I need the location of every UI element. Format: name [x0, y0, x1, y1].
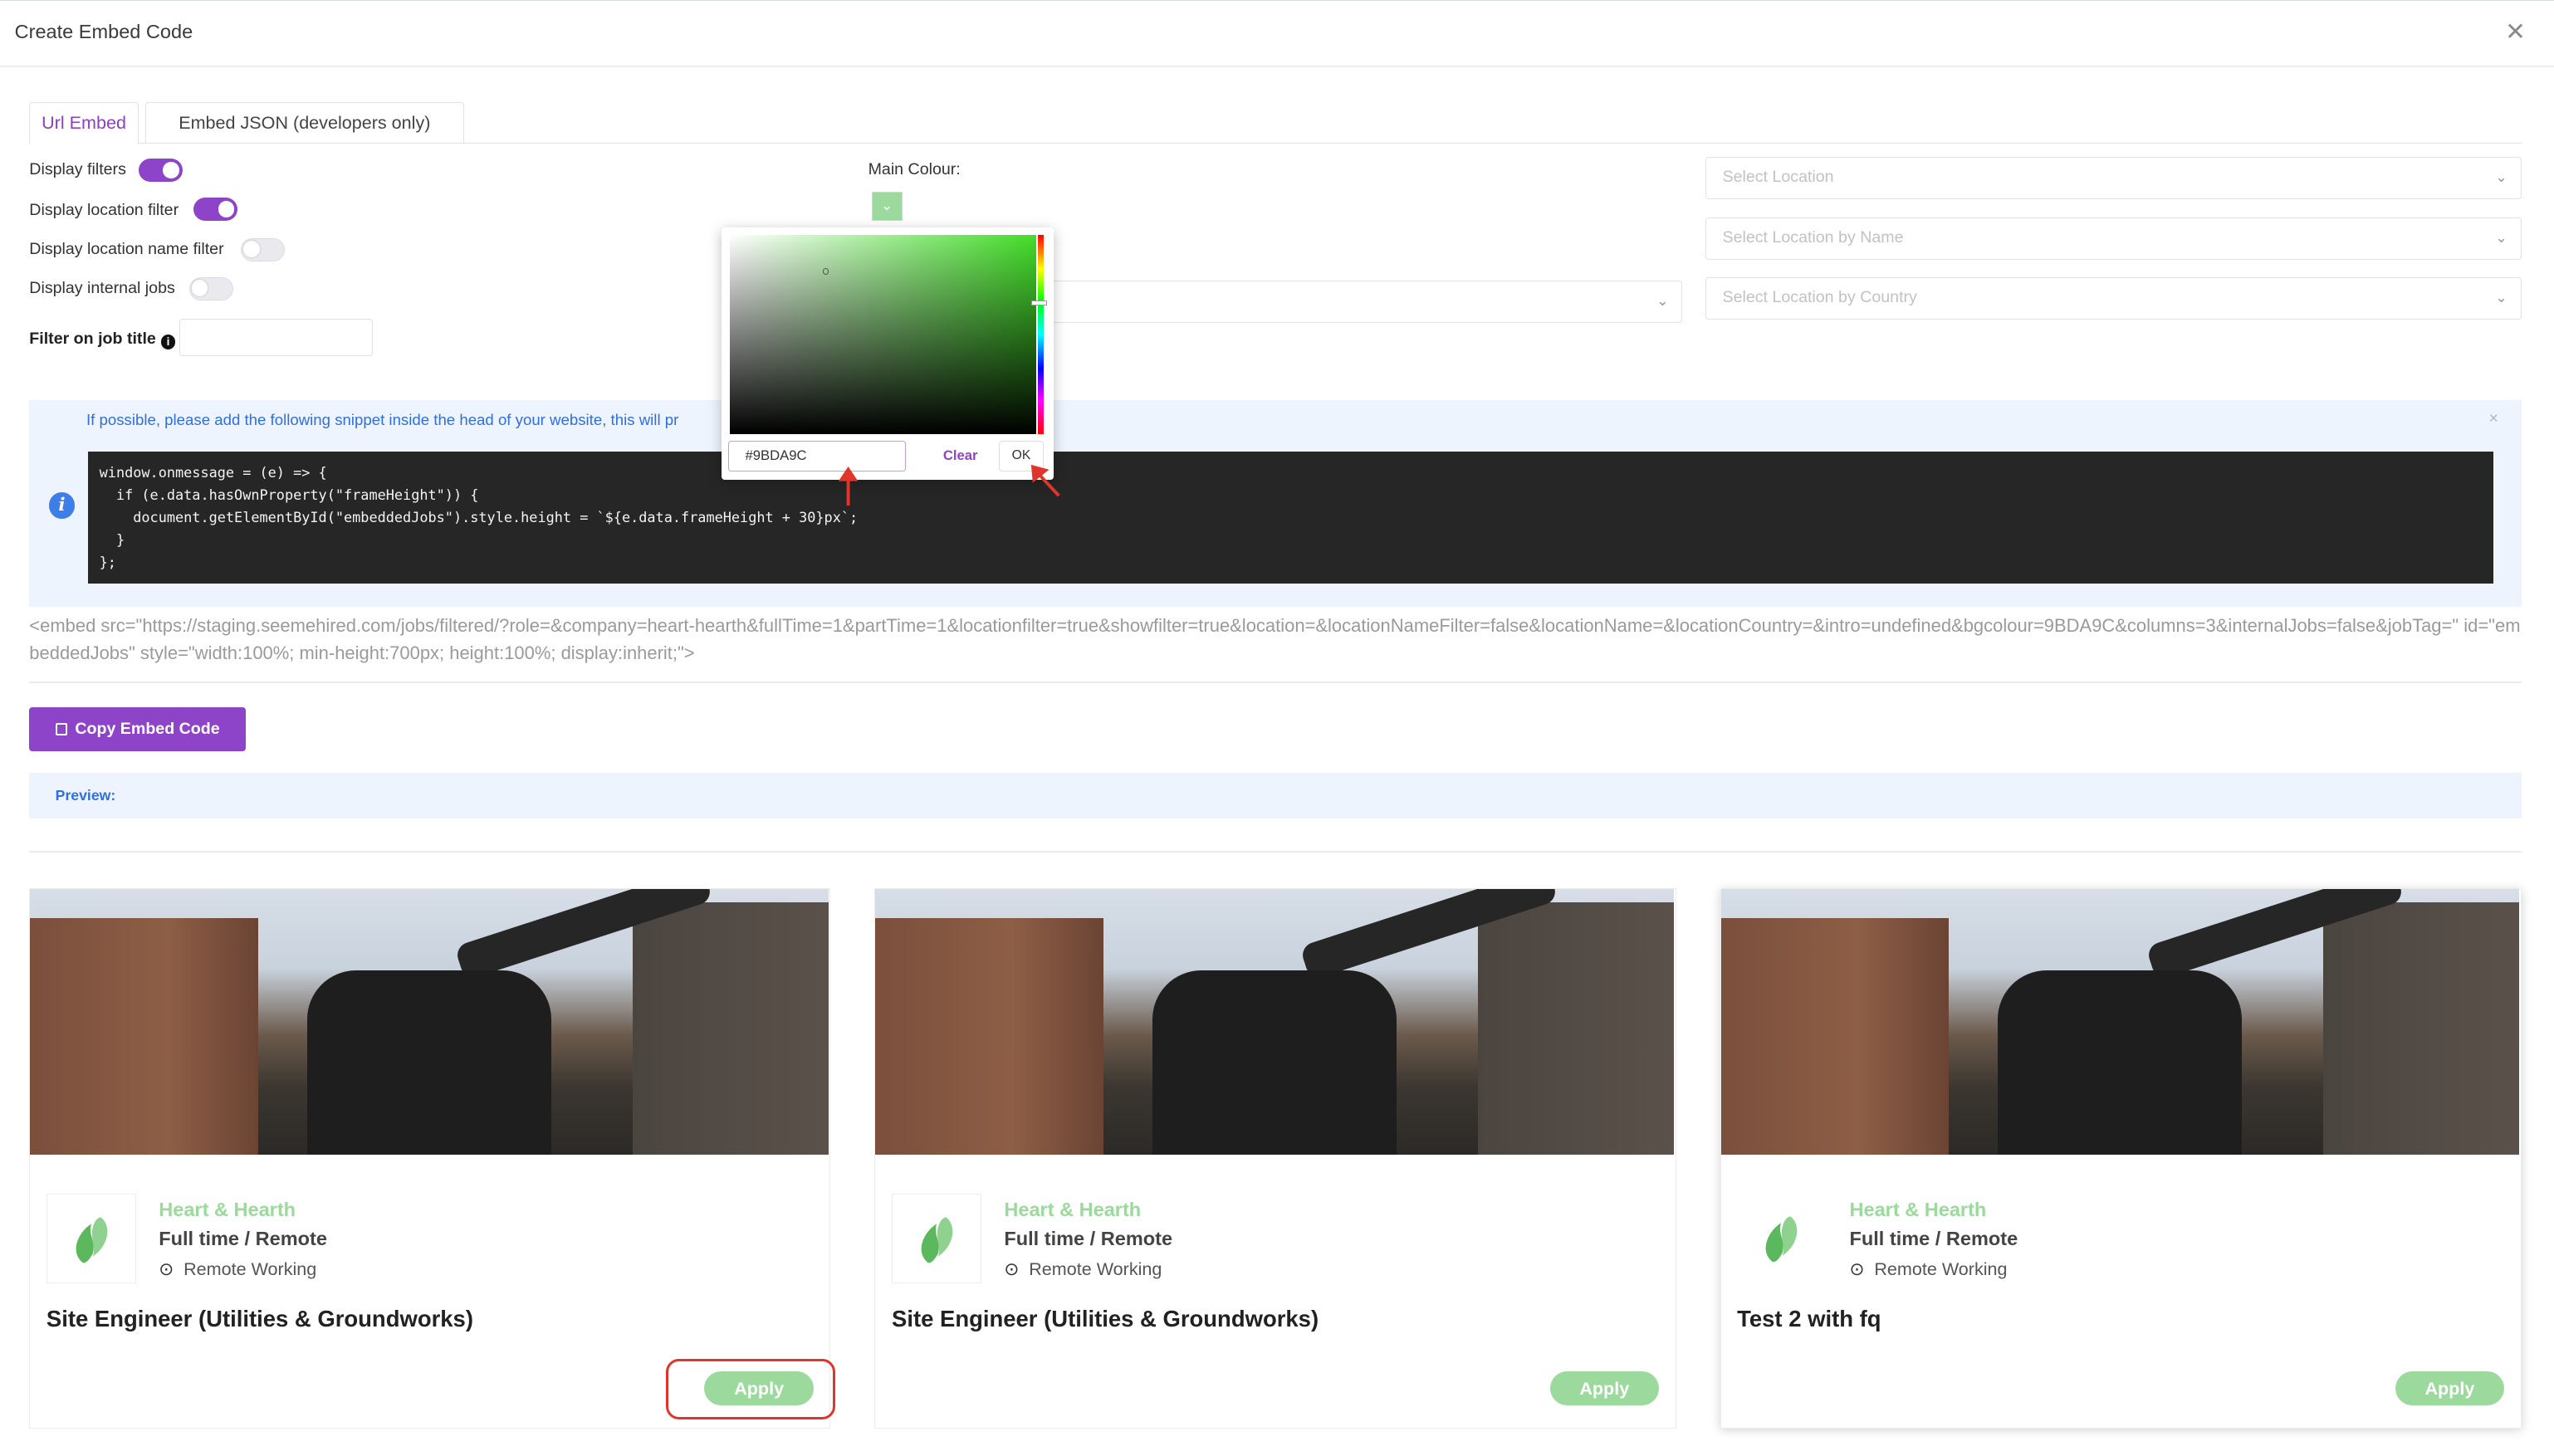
apply-highlight-annotation [666, 1359, 836, 1419]
info-icon: i [48, 492, 76, 519]
option-display-filters-label: Display filters [29, 160, 126, 179]
select-location-by-country[interactable]: Select Location by Country ⌄ [1705, 277, 2522, 320]
select-partially-hidden[interactable]: ⌄ [1042, 281, 1683, 324]
color-picker-popover: #9BDA9C Clear OK [722, 227, 1054, 480]
job-photo [1720, 889, 2519, 1155]
arrow-annotation-icon [1030, 465, 1060, 497]
chevron-down-icon: ⌄ [2495, 228, 2508, 246]
contract-type: Full time / Remote [1004, 1228, 1173, 1250]
job-card[interactable]: Heart & Hearth Full time / Remote ⊙ Remot… [1720, 888, 2522, 1429]
select-location-by-name[interactable]: Select Location by Name ⌄ [1705, 217, 2522, 260]
job-title[interactable]: Site Engineer (Utilities & Groundworks) [46, 1306, 473, 1332]
main-colour-swatch[interactable]: ⌄ [871, 191, 903, 221]
company-name: Heart & Hearth [1004, 1198, 1142, 1220]
hue-slider-thumb[interactable] [1030, 300, 1048, 305]
preview-label: Preview: [55, 787, 116, 804]
toggle-display-location-name-filter[interactable] [241, 238, 286, 261]
divider [29, 681, 2522, 683]
toggle-display-internal-jobs[interactable] [188, 277, 233, 300]
job-photo [875, 889, 1674, 1155]
copy-embed-code-label: Copy Embed Code [75, 720, 220, 739]
location-pin-icon: ⊙ [1004, 1258, 1020, 1280]
hue-slider[interactable] [1037, 235, 1045, 434]
snippet-notice-text: If possible, please add the following sn… [86, 411, 679, 429]
apply-button[interactable]: Apply [1549, 1370, 1659, 1405]
job-location-text: Remote Working [1874, 1258, 2008, 1280]
main-colour-label: Main Colour: [868, 160, 961, 179]
close-icon[interactable]: ✕ [2505, 17, 2526, 46]
job-title[interactable]: Test 2 with fq [1737, 1306, 1881, 1332]
header-divider [0, 66, 2554, 68]
preview-bar: Preview: [29, 772, 2522, 818]
job-location: ⊙ Remote Working [1004, 1258, 1162, 1280]
toggle-display-filters[interactable] [138, 159, 183, 182]
company-name: Heart & Hearth [1849, 1198, 1987, 1220]
copy-embed-code-button[interactable]: Copy Embed Code [29, 707, 247, 752]
toggle-display-location-filter[interactable] [193, 198, 238, 221]
job-location-text: Remote Working [183, 1258, 317, 1280]
hex-color-input[interactable]: #9BDA9C [727, 440, 906, 471]
job-title-filter-input[interactable] [179, 318, 374, 356]
dismiss-icon[interactable]: × [2488, 409, 2498, 428]
job-card[interactable]: Heart & Hearth Full time / Remote ⊙ Remot… [29, 888, 831, 1429]
tab-url-embed[interactable]: Url Embed [29, 101, 139, 144]
job-photo [30, 889, 829, 1155]
company-logo [46, 1193, 136, 1283]
select-location-placeholder: Select Location [1722, 168, 1834, 187]
chevron-down-icon: ⌄ [2495, 289, 2508, 306]
tab-embed-json[interactable]: Embed JSON (developers only) [144, 101, 465, 143]
arrow-annotation-icon [839, 467, 859, 506]
option-display-location-name-filter-label: Display location name filter [29, 240, 224, 259]
job-title-filter-label: Filter on job title i [29, 330, 176, 349]
contract-type: Full time / Remote [1849, 1228, 2018, 1250]
job-location: ⊙ Remote Working [1850, 1258, 2008, 1280]
tab-bar: Url Embed Embed JSON (developers only) [29, 101, 2522, 144]
color-cursor[interactable] [822, 267, 829, 275]
company-logo [1737, 1194, 1827, 1283]
modal-title: Create Embed Code [14, 20, 193, 42]
option-display-location-filter-label: Display location filter [29, 201, 179, 220]
chevron-down-icon: ⌄ [1656, 292, 1669, 310]
copy-icon [55, 722, 67, 736]
select-location[interactable]: Select Location ⌄ [1705, 157, 2522, 200]
info-icon: i [160, 335, 176, 349]
embed-code-text[interactable]: <embed src="https://staging.seemehired.c… [29, 612, 2521, 667]
clear-button[interactable]: Clear [943, 447, 978, 464]
job-title-filter-text: Filter on job title [29, 330, 156, 349]
contract-type: Full time / Remote [159, 1228, 327, 1250]
location-pin-icon: ⊙ [1849, 1258, 1865, 1280]
saturation-value-area[interactable] [729, 235, 1036, 434]
job-location: ⊙ Remote Working [159, 1258, 316, 1280]
chevron-down-icon: ⌄ [2495, 169, 2508, 186]
create-embed-modal: Create Embed Code ✕ Url Embed Embed JSON… [0, 0, 2554, 1456]
company-name: Heart & Hearth [159, 1198, 296, 1220]
company-logo [892, 1193, 981, 1283]
job-card[interactable]: Heart & Hearth Full time / Remote ⊙ Remot… [874, 888, 1676, 1429]
apply-button[interactable]: Apply [2395, 1370, 2505, 1405]
snippet-code-block: window.onmessage = (e) => { if (e.data.h… [87, 452, 2494, 584]
location-pin-icon: ⊙ [159, 1258, 174, 1280]
option-display-internal-jobs-label: Display internal jobs [29, 279, 175, 298]
select-location-by-country-placeholder: Select Location by Country [1722, 288, 1917, 307]
job-title[interactable]: Site Engineer (Utilities & Groundworks) [892, 1306, 1319, 1332]
select-location-by-name-placeholder: Select Location by Name [1722, 227, 1904, 247]
divider [29, 851, 2522, 853]
job-location-text: Remote Working [1029, 1258, 1162, 1280]
